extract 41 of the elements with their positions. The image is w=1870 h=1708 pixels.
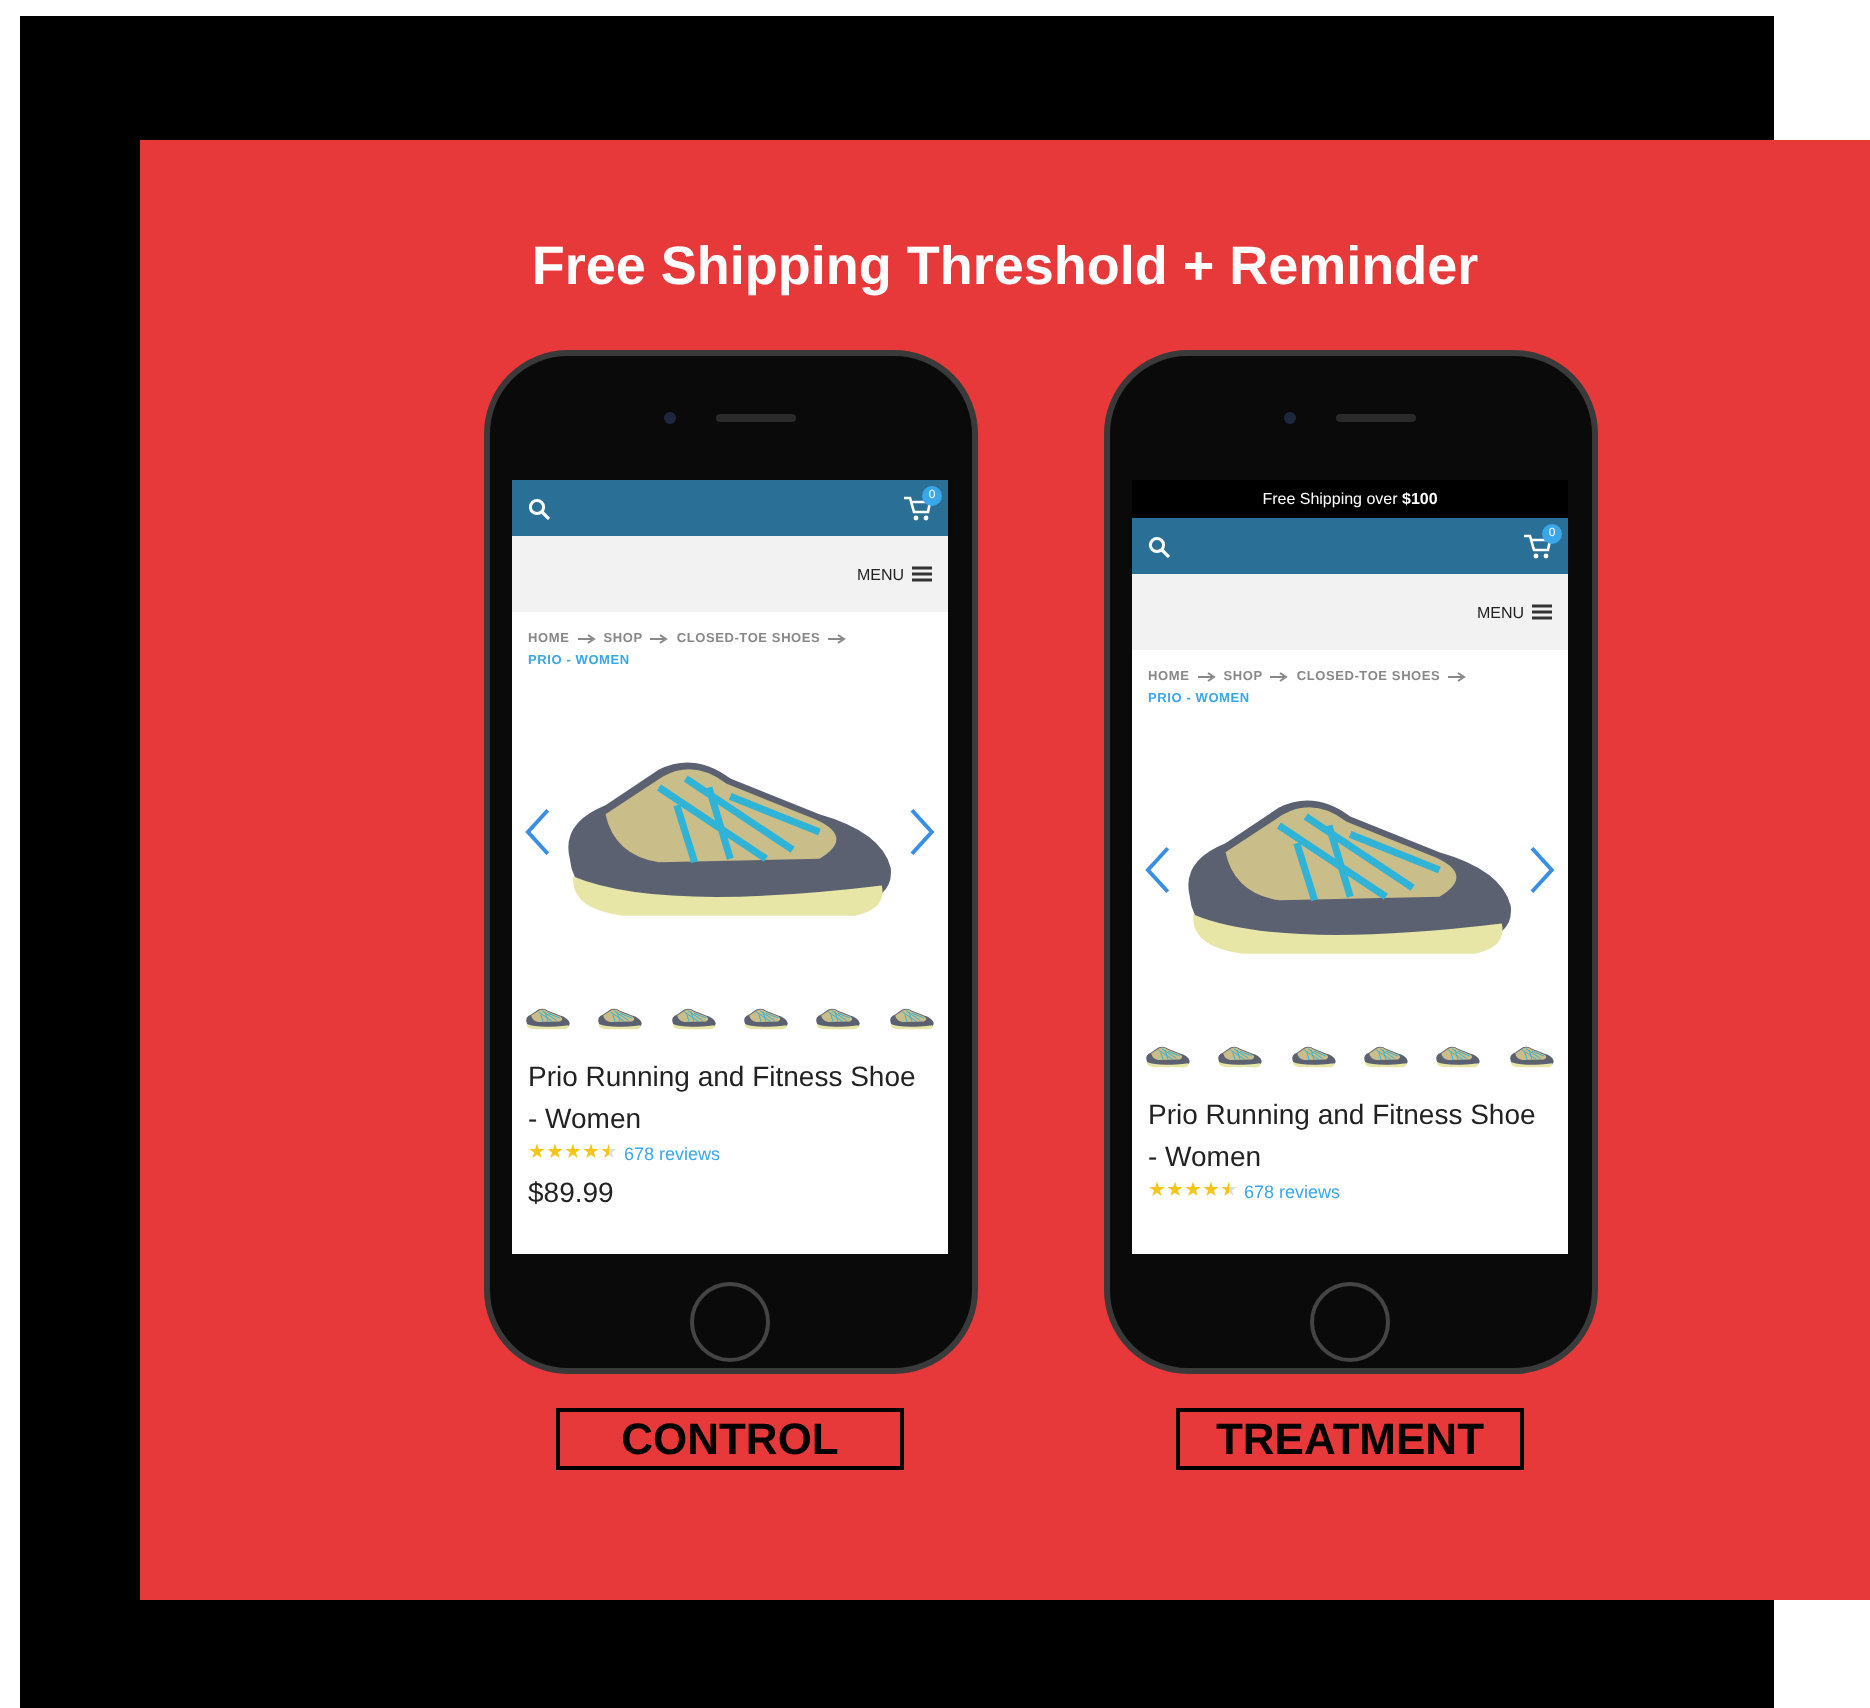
announcement-bar: Free Shipping over $100 bbox=[1132, 480, 1568, 518]
shoe-thumbnail[interactable] bbox=[814, 1004, 863, 1032]
shoe-thumbnail[interactable] bbox=[596, 1004, 645, 1032]
arrow-right-icon bbox=[1270, 672, 1289, 682]
product-title: Prio Running and Fitness Shoe - Women bbox=[526, 1058, 918, 1138]
shoe-thumbnail[interactable] bbox=[1289, 1042, 1338, 1070]
shoe-thumbnail[interactable] bbox=[1144, 1042, 1193, 1070]
menu-icon[interactable] bbox=[1532, 604, 1552, 620]
variant-label: TREATMENT bbox=[1176, 1408, 1524, 1470]
shoe-thumbnail[interactable] bbox=[1216, 1042, 1265, 1070]
variant-label: CONTROL bbox=[556, 1408, 904, 1470]
arrow-right-icon bbox=[650, 634, 669, 644]
star-rating: ★★★★★ bbox=[1148, 1182, 1238, 1202]
reviews-link[interactable]: 678 reviews bbox=[1244, 1182, 1341, 1202]
shoe-thumbnail[interactable] bbox=[1434, 1042, 1483, 1070]
cart-icon[interactable] bbox=[1524, 533, 1552, 559]
cart-icon[interactable] bbox=[904, 495, 932, 521]
shoe-thumbnail[interactable] bbox=[1362, 1042, 1411, 1070]
shoe-thumbnail[interactable] bbox=[669, 1004, 718, 1032]
camera-icon bbox=[664, 412, 676, 424]
camera-icon bbox=[1284, 412, 1296, 424]
shoe-thumbnail[interactable] bbox=[887, 1004, 936, 1032]
product-title: Prio Running and Fitness Shoe - Women bbox=[1146, 1096, 1538, 1176]
shoe-thumbnail[interactable] bbox=[524, 1004, 573, 1032]
star-rating: ★★★★★ bbox=[528, 1144, 618, 1164]
speaker-icon bbox=[716, 414, 796, 422]
shoe-thumbnail[interactable] bbox=[1507, 1042, 1556, 1070]
menu-label[interactable]: MENU bbox=[856, 565, 904, 583]
arrow-right-icon bbox=[828, 634, 847, 644]
search-icon[interactable] bbox=[1148, 535, 1170, 557]
arrow-right-icon bbox=[1448, 672, 1467, 682]
search-icon[interactable] bbox=[528, 497, 550, 519]
menu-label[interactable]: MENU bbox=[1476, 603, 1524, 621]
arrow-right-icon bbox=[1197, 672, 1216, 682]
shoe-thumbnail[interactable] bbox=[742, 1004, 791, 1032]
reviews-link[interactable]: 678 reviews bbox=[624, 1144, 721, 1164]
speaker-icon bbox=[1336, 414, 1416, 422]
product-price: $89.99 bbox=[526, 1174, 616, 1208]
arrow-right-icon bbox=[577, 634, 596, 644]
menu-icon[interactable] bbox=[912, 566, 932, 582]
slide-title: Free Shipping Threshold + Reminder bbox=[531, 236, 1479, 298]
